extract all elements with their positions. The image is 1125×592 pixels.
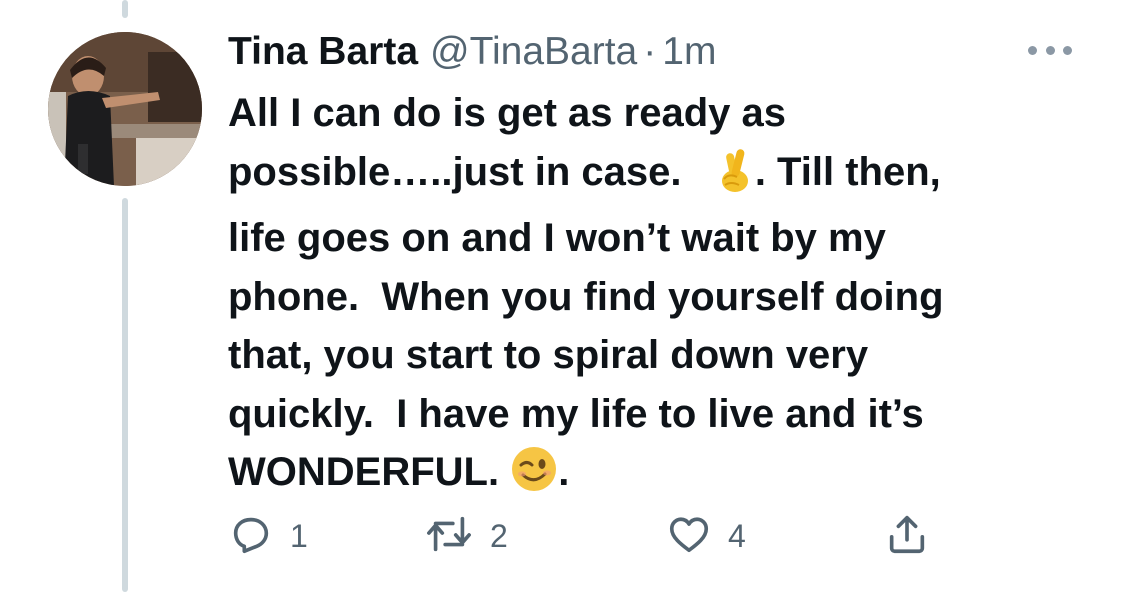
retweet-count: 2 xyxy=(490,517,508,554)
tweet-text-part: . Till then, life goes on and I won’t wa… xyxy=(228,149,944,495)
tweet-header: Tina Barta @TinaBarta · 1m xyxy=(228,28,716,76)
heart-icon xyxy=(666,511,712,562)
reply-icon xyxy=(228,511,274,562)
more-horizontal-icon xyxy=(1028,45,1037,55)
reply-count: 1 xyxy=(290,517,308,554)
winking-face-icon xyxy=(510,445,558,510)
more-horizontal-icon-dot xyxy=(1063,45,1072,55)
crossed-fingers-icon xyxy=(715,145,755,210)
tweet-text-part: All I can do is get as ready as possible… xyxy=(228,91,787,194)
like-count: 4 xyxy=(728,517,746,554)
share-button[interactable] xyxy=(884,508,930,564)
like-button[interactable]: 4 xyxy=(666,508,746,564)
more-options-button[interactable] xyxy=(1028,38,1072,62)
retweet-button[interactable]: 2 xyxy=(424,508,508,564)
thread-connector-top xyxy=(122,0,128,18)
share-icon xyxy=(884,511,930,562)
user-handle[interactable]: @TinaBarta xyxy=(430,28,637,76)
thread-connector-bottom xyxy=(122,198,128,592)
separator-dot: · xyxy=(643,30,657,73)
display-name[interactable]: Tina Barta xyxy=(228,28,418,76)
reply-button[interactable]: 1 xyxy=(228,508,308,564)
tweet-text: All I can do is get as ready as possible… xyxy=(228,84,1088,510)
more-horizontal-icon-dot xyxy=(1045,45,1055,55)
tweet-actions: 1 2 4 xyxy=(228,508,948,564)
timestamp[interactable]: 1m xyxy=(662,28,716,76)
retweet-icon xyxy=(424,511,474,562)
tweet-text-part: . xyxy=(558,450,570,494)
avatar[interactable] xyxy=(48,32,202,186)
